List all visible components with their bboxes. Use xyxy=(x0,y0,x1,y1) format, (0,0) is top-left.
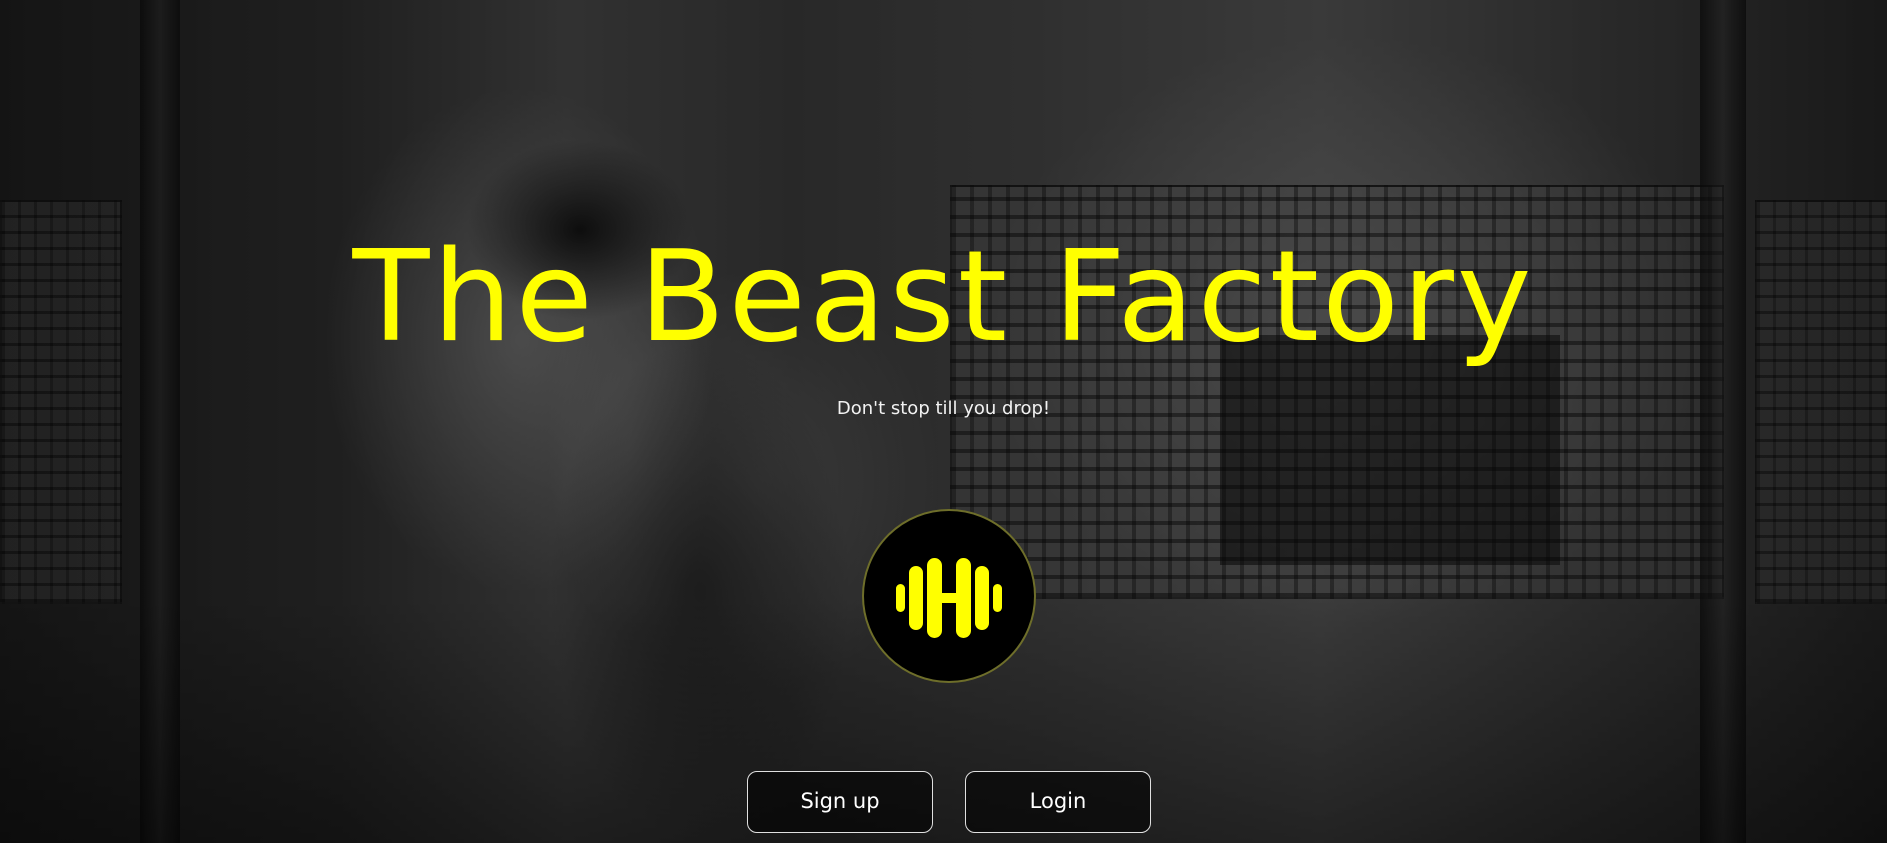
hero-section: The Beast Factory Don't stop till you dr… xyxy=(0,0,1887,843)
dumbbell-icon xyxy=(896,558,1002,638)
page-title: The Beast Factory xyxy=(352,223,1535,370)
signup-button[interactable]: Sign up xyxy=(747,771,933,833)
login-button[interactable]: Login xyxy=(965,771,1151,833)
tagline: Don't stop till you drop! xyxy=(836,398,1051,419)
logo xyxy=(862,509,1036,683)
background-overlay xyxy=(0,0,1887,843)
